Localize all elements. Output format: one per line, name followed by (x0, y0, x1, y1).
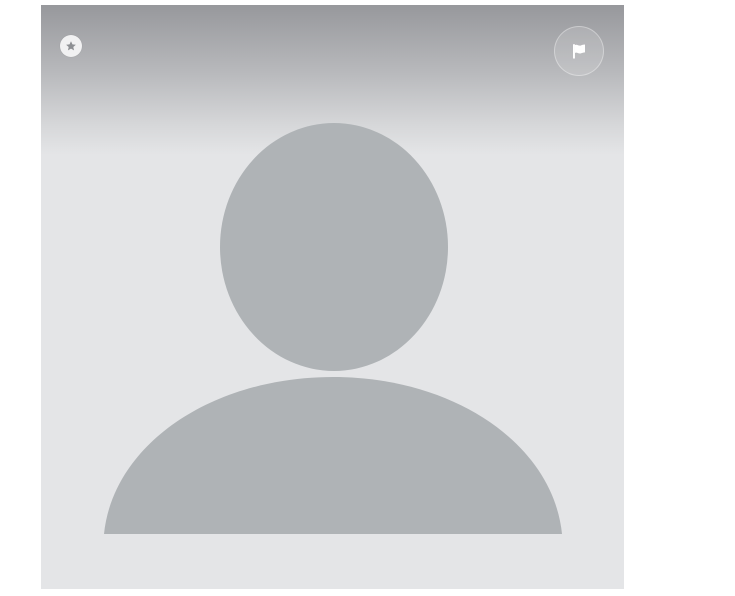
star-icon (66, 41, 76, 51)
avatar-shoulders (104, 377, 562, 534)
report-button[interactable] (554, 26, 604, 76)
avatar-head (220, 123, 448, 371)
favorite-button[interactable] (60, 35, 82, 57)
profile-photo-card (41, 5, 624, 589)
person-placeholder-icon (104, 123, 562, 534)
flag-icon (573, 44, 585, 59)
